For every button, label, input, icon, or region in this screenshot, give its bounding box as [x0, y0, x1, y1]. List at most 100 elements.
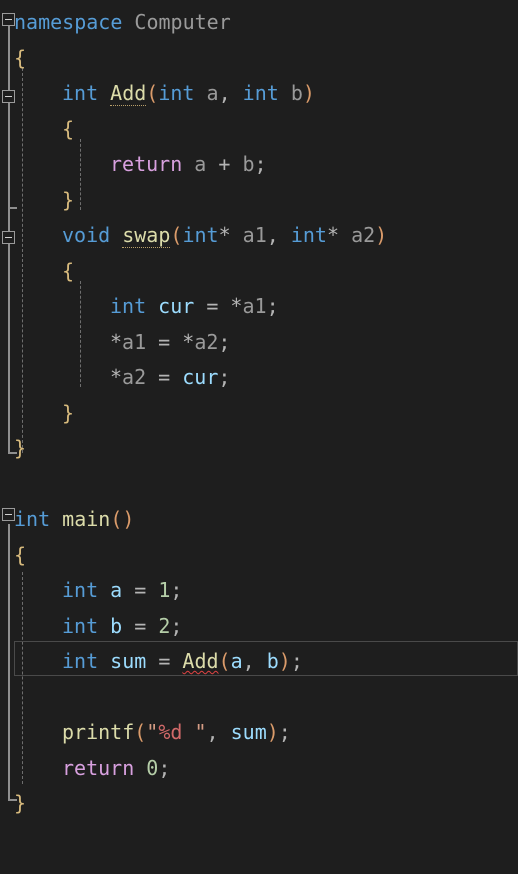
token: printf — [62, 720, 135, 744]
code-line-7[interactable]: void swap(int* a1, int* a2) — [0, 218, 518, 254]
code-line-18[interactable]: int b = 2; — [0, 609, 518, 645]
token: * — [110, 329, 123, 354]
token: int — [62, 81, 99, 105]
token: = — [194, 294, 231, 318]
code-line-2[interactable]: { — [0, 41, 518, 77]
code-line-text: return a + b; — [110, 147, 267, 183]
token: } — [14, 791, 27, 815]
code-line-21[interactable]: printf("%d ", sum); — [0, 715, 518, 751]
token: main — [62, 507, 111, 531]
code-line-14[interactable] — [0, 467, 518, 503]
code-line-text: } — [14, 786, 26, 822]
token: } — [14, 436, 27, 460]
code-line-10[interactable]: *a1 = *a2; — [0, 325, 518, 361]
code-editor[interactable]: namespace Computer{int Add(int a, int b)… — [0, 0, 518, 874]
token: " — [182, 720, 207, 744]
code-line-12[interactable]: } — [0, 396, 518, 432]
token: b — [290, 81, 303, 105]
token: 1 — [158, 578, 171, 602]
token: , — [266, 223, 291, 247]
token: + — [206, 152, 243, 176]
token: ) — [375, 223, 388, 247]
code-line-text: } — [62, 183, 74, 219]
code-line-16[interactable]: { — [0, 538, 518, 574]
token: sum — [110, 649, 147, 673]
token: int — [290, 223, 327, 247]
token: b — [266, 649, 279, 673]
code-line-22[interactable]: return 0; — [0, 751, 518, 787]
token: ; — [266, 294, 279, 318]
token: ; — [278, 720, 291, 744]
token: int — [62, 613, 99, 638]
token: , — [242, 649, 267, 673]
code-line-text: int a = 1; — [62, 573, 182, 609]
code-line-5[interactable]: return a + b; — [0, 147, 518, 183]
token: = — [122, 613, 159, 638]
code-line-text: { — [62, 112, 74, 148]
code-line-19[interactable]: int sum = Add(a, b); — [0, 644, 518, 680]
code-line-text: *a1 = *a2; — [110, 325, 230, 361]
token: return — [110, 152, 183, 176]
token: ; — [158, 755, 171, 780]
token: ; — [254, 152, 267, 176]
token: int — [158, 81, 195, 105]
token: ) — [302, 81, 315, 105]
code-line-text: void swap(int* a1, int* a2) — [62, 218, 387, 254]
token: ( — [146, 81, 159, 105]
token: = — [122, 578, 159, 602]
token: ; — [170, 578, 183, 602]
token: int — [14, 507, 51, 531]
code-line-text: { — [14, 41, 26, 77]
code-line-13[interactable]: } — [0, 431, 518, 467]
token: { — [14, 45, 27, 70]
code-line-17[interactable]: int a = 1; — [0, 573, 518, 609]
code-line-1[interactable]: namespace Computer — [0, 5, 518, 41]
code-line-text: *a2 = cur; — [110, 360, 230, 396]
code-line-3[interactable]: int Add(int a, int b) — [0, 76, 518, 112]
code-line-4[interactable]: { — [0, 112, 518, 148]
token: cur — [182, 365, 219, 389]
code-line-8[interactable]: { — [0, 254, 518, 290]
token: " — [146, 720, 159, 744]
code-line-23[interactable]: } — [0, 786, 518, 822]
code-line-text: int cur = *a1; — [110, 289, 279, 325]
token: a2 — [122, 365, 147, 389]
code-line-11[interactable]: *a2 = cur; — [0, 360, 518, 396]
token: int — [182, 223, 219, 247]
token: ; — [218, 329, 231, 354]
token: ) — [122, 507, 135, 531]
code-line-9[interactable]: int cur = *a1; — [0, 289, 518, 325]
token: ; — [290, 649, 303, 673]
token: sum — [230, 720, 267, 744]
code-line-text: printf("%d ", sum); — [62, 715, 291, 751]
code-line-text: } — [14, 431, 26, 467]
token: = — [146, 649, 183, 673]
token: int — [62, 649, 99, 673]
token: { — [62, 258, 75, 283]
token: a1 — [242, 223, 267, 247]
token: int — [110, 294, 147, 318]
token: swap — [122, 223, 171, 248]
token: int — [62, 578, 99, 602]
token: ; — [170, 613, 183, 638]
token: ( — [134, 720, 147, 744]
token: * — [326, 223, 340, 247]
token: int — [242, 81, 279, 105]
token: } — [62, 400, 75, 425]
token: Add — [182, 649, 219, 673]
token: a — [194, 152, 207, 176]
token: a2 — [351, 223, 376, 247]
code-line-15[interactable]: int main() — [0, 502, 518, 538]
code-line-6[interactable]: } — [0, 183, 518, 219]
token: return — [62, 755, 135, 780]
code-line-20[interactable] — [0, 680, 518, 716]
token: a — [230, 649, 243, 673]
token: = — [146, 329, 183, 354]
